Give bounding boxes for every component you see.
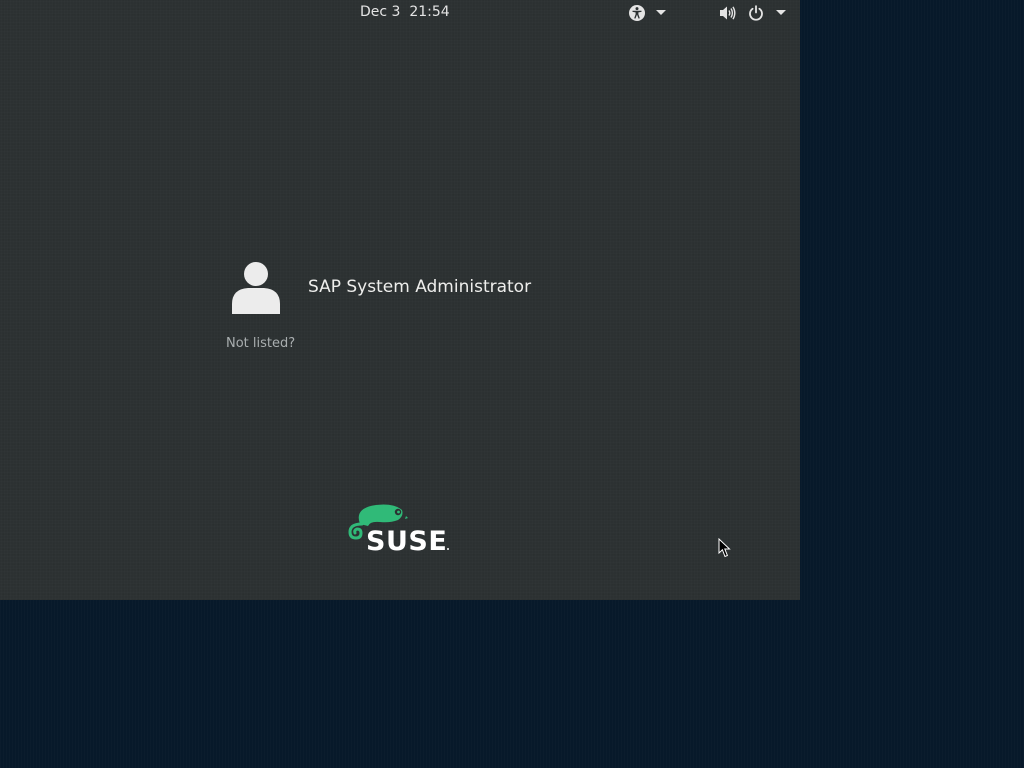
- login-screen: Dec 3 21:54 SAP System Administrator Not…: [0, 0, 800, 600]
- top-bar: Dec 3 21:54: [0, 0, 800, 26]
- clock-time: 21:54: [409, 4, 450, 20]
- user-entry[interactable]: SAP System Administrator: [226, 258, 586, 316]
- mouse-pointer-icon: [718, 537, 732, 558]
- volume-icon: [719, 5, 736, 21]
- accessibility-icon: [628, 4, 646, 22]
- svg-text:SUSE: SUSE: [366, 526, 447, 556]
- chevron-down-icon: [776, 10, 786, 16]
- system-menu[interactable]: [719, 2, 786, 24]
- clock-date: Dec 3: [360, 4, 401, 20]
- not-listed-link[interactable]: Not listed?: [226, 336, 295, 351]
- user-silhouette-icon: [226, 258, 286, 316]
- clock[interactable]: Dec 3 21:54: [360, 4, 450, 20]
- chevron-down-icon: [656, 10, 666, 16]
- user-list: SAP System Administrator: [226, 258, 586, 316]
- user-name: SAP System Administrator: [308, 277, 532, 297]
- power-icon: [748, 5, 764, 21]
- accessibility-menu[interactable]: [628, 2, 666, 24]
- suse-logo: SUSE: [346, 502, 456, 557]
